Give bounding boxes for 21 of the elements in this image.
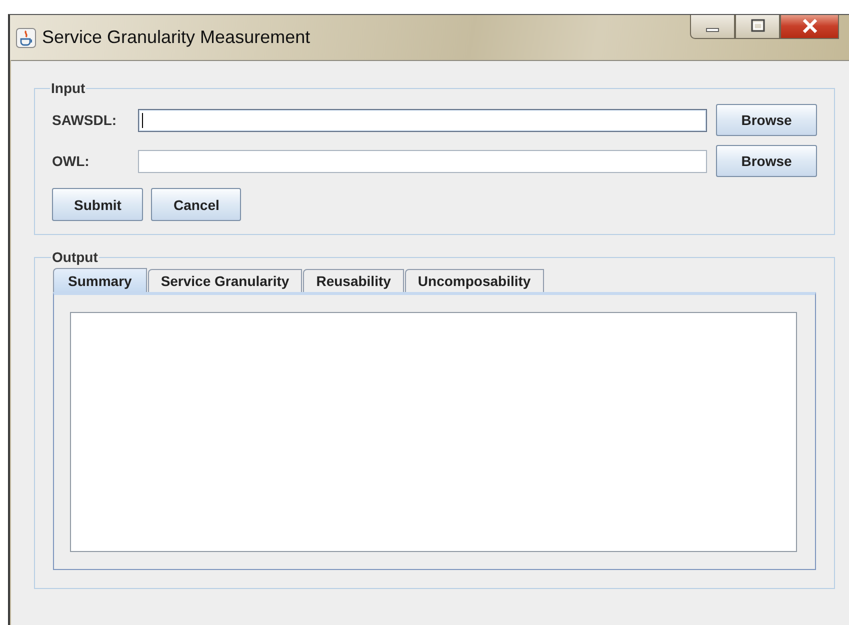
close-button[interactable] xyxy=(780,15,839,39)
field-label: OWL: xyxy=(52,153,90,169)
minimize-icon xyxy=(706,28,719,32)
field-label: SAWSDL: xyxy=(52,112,118,128)
text-cursor xyxy=(142,112,143,128)
tab[interactable]: Service Granularity xyxy=(148,269,302,292)
tab[interactable]: Summary xyxy=(53,268,147,292)
maximize-button[interactable] xyxy=(735,15,780,39)
window-title: Service Granularity Measurement xyxy=(42,27,310,48)
action-button[interactable]: Cancel xyxy=(151,188,242,221)
browse-button[interactable]: Browse xyxy=(716,104,817,136)
group-label: Input xyxy=(50,80,86,96)
text-field[interactable] xyxy=(138,108,707,132)
tab[interactable]: Uncomposability xyxy=(404,269,544,292)
browse-button[interactable]: Browse xyxy=(716,145,817,177)
action-button[interactable]: Submit xyxy=(52,188,144,221)
group-label: Output xyxy=(51,249,99,265)
cup-icon xyxy=(16,28,36,48)
tab[interactable]: Reusability xyxy=(303,269,404,292)
text-field[interactable] xyxy=(138,150,707,172)
minimize-button[interactable] xyxy=(690,15,735,39)
